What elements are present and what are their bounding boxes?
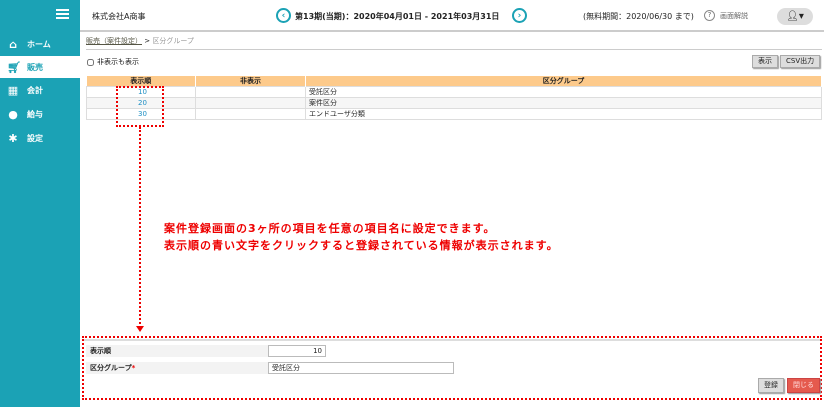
money-bag-icon: ● [8,107,18,121]
table-row: 20 案件区分 [86,97,822,109]
help-icon[interactable]: ? [704,10,715,21]
sidebar: ⌂ ホーム 🛒︎ 販売 ▦ 会計 ● 給与 ✱ 設定 [0,0,80,407]
company-name: 株式会社A商事 [92,12,146,21]
sidebar-item-label: 設定 [27,133,43,143]
hidden-cell [195,86,306,98]
header: 株式会社A商事 ‹ 第13期(当期)：2020年04月01日 - 2021年03… [80,0,824,32]
annotation-line2: 表示順の青い文字をクリックすると登録されている情報が表示されます。 [164,239,559,252]
arrow-icon [136,326,144,332]
sidebar-item-settings[interactable]: ✱ 設定 [0,127,80,149]
csv-export-button[interactable]: CSV出力 [780,55,821,68]
cart-icon: 🛒︎ [7,60,21,74]
gear-icon: ✱ [8,131,18,145]
sidebar-item-payroll[interactable]: ● 給与 [0,103,80,125]
col-group: 区分グループ [305,76,822,87]
calculator-icon: ▦ [7,83,19,97]
required-mark: * [131,364,136,372]
table-row: 10 受託区分 [86,86,822,98]
group-cell: 受託区分 [305,86,822,98]
sidebar-item-label: 給与 [27,109,43,119]
sidebar-item-accounting[interactable]: ▦ 会計 [0,79,80,101]
sidebar-item-sales[interactable]: 🛒︎ 販売 [0,56,80,78]
hidden-cell [195,108,306,120]
user-menu-button[interactable]: 👤︎▾ [777,8,813,25]
menu-icon[interactable] [56,9,69,19]
order-input[interactable]: 10 [268,345,326,357]
col-hidden: 非表示 [195,76,306,87]
group-input[interactable]: 受託区分 [268,362,454,374]
display-button[interactable]: 表示 [752,55,778,68]
show-hidden-checkbox[interactable] [87,58,94,66]
breadcrumb-parent[interactable]: 販売（案件設定） [86,37,142,45]
annotation-line1: 案件登録画面の3ヶ所の項目を任意の項目名に設定できます。 [164,222,496,235]
home-icon: ⌂ [9,37,17,51]
next-period-icon[interactable]: › [512,8,527,23]
annotation-connector [139,127,141,328]
breadcrumb-separator: > [144,37,151,45]
sidebar-item-home[interactable]: ⌂ ホーム [0,33,80,55]
breadcrumb-current: 区分グループ [152,37,194,45]
show-hidden-label: 非表示も表示 [97,58,139,66]
sidebar-item-label: ホーム [27,39,51,49]
group-label-text: 区分グループ [90,364,132,372]
prev-period-icon[interactable]: ‹ [276,8,291,23]
help-link[interactable]: 画面解説 [720,11,748,21]
sidebar-item-label: 会計 [27,85,43,95]
order-label: 表示順 [86,345,268,357]
annotation-highlight-box [116,86,164,127]
register-button[interactable]: 登録 [758,378,784,393]
group-table: 表示順 非表示 区分グループ 10 受託区分 20 案件区分 30 エンドユーザ分類 [86,76,822,120]
col-order: 表示順 [86,76,196,87]
trial-period: (無料期間：2020/06/30 まで) [583,12,694,21]
group-label: 区分グループ* [86,362,268,374]
group-cell: 案件区分 [305,97,822,109]
sidebar-item-label: 販売 [27,62,43,72]
period-label: 第13期(当期)：2020年04月01日 - 2021年03月31日 [295,12,500,21]
close-button[interactable]: 閉じる [787,378,820,393]
hidden-cell [195,97,306,109]
table-row: 30 エンドユーザ分類 [86,108,822,120]
group-cell: エンドユーザ分類 [305,108,822,120]
